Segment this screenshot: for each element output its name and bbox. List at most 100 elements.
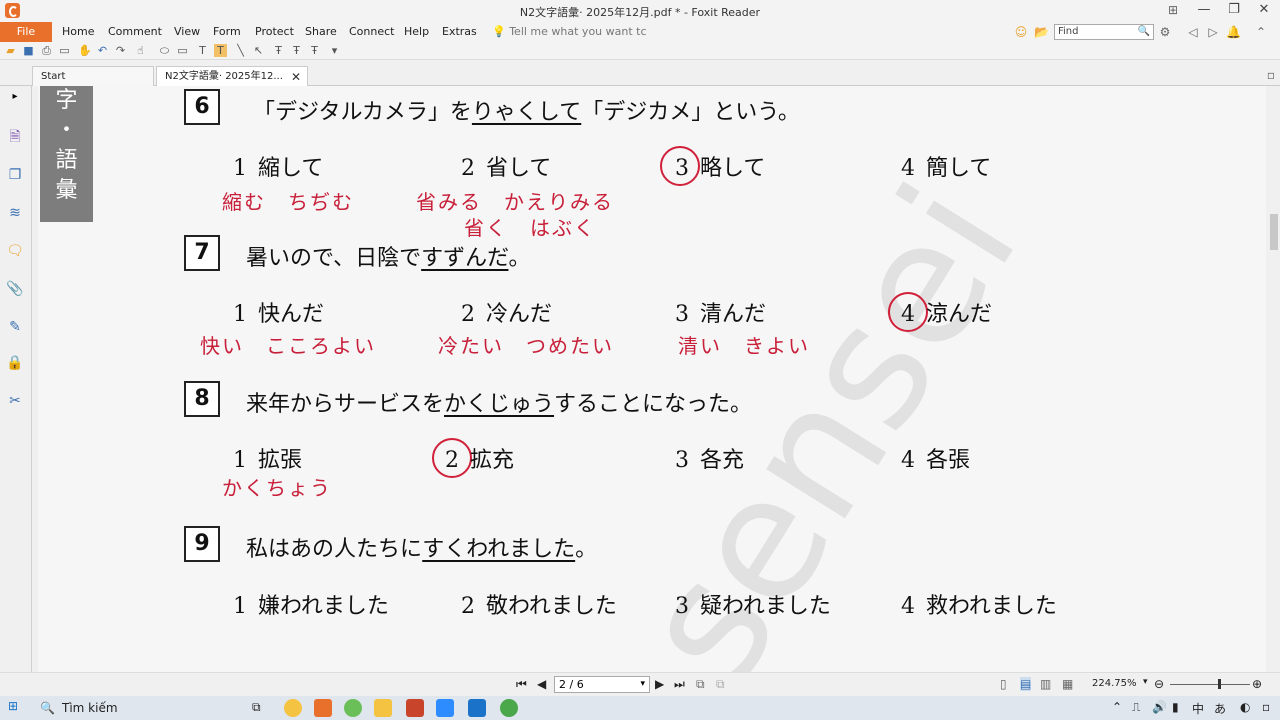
previous-view-icon[interactable]: ⧉	[696, 677, 705, 692]
menu-connect[interactable]: Connect	[349, 25, 394, 38]
input-method-icon[interactable]: 中	[1192, 700, 1204, 717]
print-icon[interactable]: ⎙	[40, 44, 53, 57]
signature-icon[interactable]: ✎	[6, 318, 24, 336]
back-icon[interactable]: ◁	[1186, 25, 1200, 39]
find-input[interactable]: Find 🔍	[1054, 24, 1154, 40]
redo-icon[interactable]: ↷	[114, 44, 127, 57]
rectangle-icon[interactable]: ▭	[176, 44, 189, 57]
tab-document[interactable]: N2文字語彙· 2025年12... ✕	[156, 66, 308, 86]
taskbar-search[interactable]: 🔍 Tìm kiếm	[34, 698, 244, 718]
smile-icon[interactable]: ☺	[1014, 25, 1028, 39]
hand-icon[interactable]: ✋	[78, 44, 92, 57]
last-page-button[interactable]: ⏭	[674, 677, 685, 692]
continuous-facing-icon[interactable]: ▦	[1062, 677, 1073, 691]
show-desktop-icon[interactable]: ▫	[1262, 700, 1270, 714]
task-view-icon[interactable]: ⧉	[252, 700, 261, 715]
single-page-icon[interactable]: ▯	[1000, 677, 1007, 691]
grid-icon[interactable]: ⊞	[1166, 3, 1180, 17]
vertical-scrollbar[interactable]	[1268, 86, 1280, 672]
ellipse-icon[interactable]: ⬭	[158, 44, 171, 57]
menu-home[interactable]: Home	[62, 25, 94, 38]
zoom-in-button[interactable]: ⊕	[1252, 677, 1262, 691]
remote-desktop-icon[interactable]	[468, 699, 486, 717]
insert-text-icon[interactable]: Ŧ	[272, 44, 285, 57]
foxit-taskbar-icon[interactable]	[314, 699, 332, 717]
windows-start-icon[interactable]: ⊞	[8, 699, 18, 713]
menu-share[interactable]: Share	[305, 25, 337, 38]
close-tab-icon[interactable]: ✕	[291, 67, 301, 87]
taskbar-search-text: Tìm kiếm	[62, 701, 118, 715]
file-explorer-icon[interactable]	[374, 699, 392, 717]
line-icon[interactable]: ╲	[234, 44, 247, 57]
undo-icon[interactable]: ↶	[96, 44, 109, 57]
select-icon[interactable]: ☝	[134, 44, 147, 57]
bookmark-icon[interactable]: 🗎	[6, 128, 24, 146]
first-page-button[interactable]: ⏮	[516, 677, 527, 692]
notification-icon[interactable]: ◐	[1240, 700, 1250, 714]
next-view-icon[interactable]: ⧉	[716, 677, 725, 692]
zoom-slider-thumb[interactable]	[1218, 679, 1221, 689]
chrome-icon[interactable]	[284, 699, 302, 717]
zoom-dropdown-icon[interactable]: ▾	[1143, 677, 1148, 687]
forward-icon[interactable]: ▷	[1206, 25, 1220, 39]
pages-icon[interactable]: ❐	[6, 166, 24, 184]
typewriter-icon[interactable]: T	[196, 44, 209, 57]
arrow-icon[interactable]: ↖	[252, 44, 265, 57]
open-icon[interactable]: ▰	[4, 44, 17, 57]
lock-icon[interactable]: 🔒	[6, 354, 24, 372]
save-icon[interactable]: ■	[22, 44, 35, 57]
gear-icon[interactable]: ⚙	[1158, 25, 1172, 39]
volume-icon[interactable]: 🔊	[1152, 700, 1167, 714]
expand-arrow-icon[interactable]: ▸	[6, 88, 24, 106]
menu-form[interactable]: Form	[213, 25, 241, 38]
question-text: 私はあの人たちにすくわれました。	[246, 531, 597, 563]
ime-mode-icon[interactable]: あ	[1214, 700, 1226, 717]
comments-icon[interactable]: 🗨	[6, 242, 24, 260]
facing-page-icon[interactable]: ▥	[1040, 677, 1051, 691]
chevron-up-icon[interactable]: ⌃	[1254, 25, 1268, 39]
highlight-text-icon[interactable]: T	[214, 44, 227, 57]
zoom-app-icon[interactable]	[436, 699, 454, 717]
browser-icon[interactable]	[344, 699, 362, 717]
close-window-button[interactable]: ✕	[1250, 0, 1278, 22]
tools-icon[interactable]: ✂	[6, 392, 24, 410]
document-page[interactable]: sensei 字 ・ 語 彙 6 「デジタルカメラ」をりゃくして「デジカメ」とい…	[38, 86, 1266, 672]
zoom-out-button[interactable]: ⊖	[1154, 677, 1164, 691]
tray-chevron-up-icon[interactable]: ⌃	[1112, 700, 1122, 714]
network-icon[interactable]: ⎍	[1132, 700, 1140, 715]
zoom-level[interactable]: 224.75%	[1092, 678, 1137, 689]
battery-icon[interactable]: ▮	[1172, 700, 1179, 714]
layers-icon[interactable]: ≋	[6, 204, 24, 222]
menu-extras[interactable]: Extras	[442, 25, 477, 38]
minimize-button[interactable]: —	[1190, 0, 1218, 22]
strikeout-icon[interactable]: Ŧ	[308, 44, 321, 57]
scan-icon[interactable]: ▭	[58, 44, 71, 57]
attachment-icon[interactable]: 📎	[6, 280, 24, 298]
customize-chevron-icon[interactable]: ▾	[328, 44, 341, 57]
search-icon[interactable]: 🔍	[1138, 25, 1150, 39]
replace-text-icon[interactable]: Ŧ	[290, 44, 303, 57]
bell-icon[interactable]: 🔔	[1226, 25, 1241, 39]
option-number: 3	[675, 594, 689, 619]
zoom-slider[interactable]	[1170, 684, 1250, 685]
page-number-input[interactable]: 2 / 6 ▾	[554, 676, 650, 693]
folder-search-icon[interactable]: 📂	[1034, 25, 1049, 39]
tab-start[interactable]: Start	[32, 66, 154, 86]
scrollbar-thumb[interactable]	[1270, 214, 1278, 250]
menu-view[interactable]: View	[174, 25, 200, 38]
file-menu[interactable]: File	[0, 22, 52, 42]
previous-page-button[interactable]: ◀	[537, 677, 546, 691]
powerpoint-icon[interactable]	[406, 699, 424, 717]
continuous-page-icon[interactable]: ▤	[1020, 677, 1032, 691]
menu-help[interactable]: Help	[404, 25, 429, 38]
next-page-button[interactable]: ▶	[655, 677, 664, 691]
menu-protect[interactable]: Protect	[255, 25, 294, 38]
tab-list-icon[interactable]: ▫	[1264, 68, 1278, 82]
app-icon[interactable]	[500, 699, 518, 717]
chevron-down-icon[interactable]: ▾	[640, 677, 645, 692]
tell-me-search[interactable]: 💡 Tell me what you want tc	[492, 25, 647, 38]
menu-comment[interactable]: Comment	[108, 25, 162, 38]
option: 4 涼んだ	[890, 296, 992, 328]
question-post: 。	[575, 537, 598, 562]
restore-button[interactable]: ❐	[1220, 0, 1248, 22]
